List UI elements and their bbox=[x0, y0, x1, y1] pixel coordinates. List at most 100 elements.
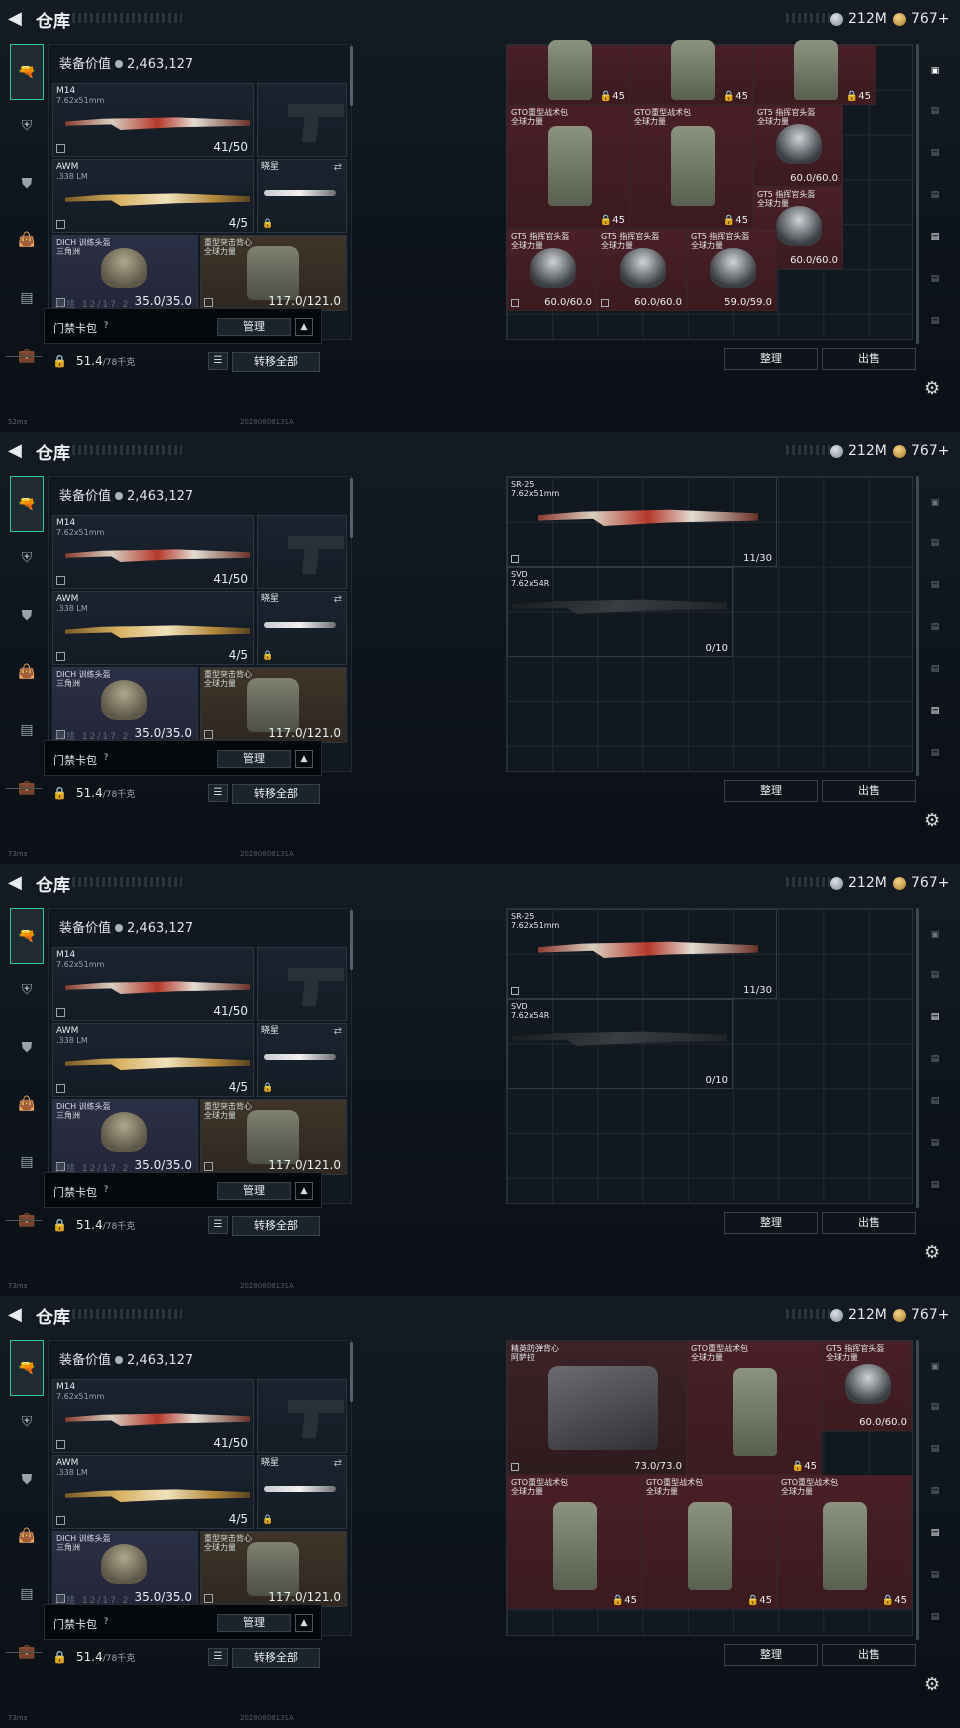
nav-bag-icon[interactable]: 👜 bbox=[10, 220, 44, 260]
primary-weapon-slot[interactable]: M14 7.62x51mm 41/50 bbox=[52, 83, 254, 157]
transfer-all-button[interactable]: 转移全部 bbox=[232, 784, 320, 804]
chevron-up-icon[interactable]: ▲ bbox=[295, 750, 313, 768]
grid-item-backpack[interactable]: GTO重型战术包 全球力量 🔒45 bbox=[507, 105, 630, 229]
stash-page-5-icon[interactable]: ▤ bbox=[922, 1516, 948, 1550]
back-arrow-icon[interactable]: ◀ bbox=[8, 8, 30, 30]
grid-item-helmet[interactable]: GT5 指挥官头盔 全球力量 60.0/60.0 bbox=[822, 1341, 912, 1431]
list-view-icon[interactable]: ☰ bbox=[208, 784, 228, 802]
melee-slot[interactable]: 晓星 ⇄ 🔒 bbox=[257, 591, 347, 665]
nav-case-icon[interactable]: ▤ bbox=[10, 1142, 44, 1182]
secondary-weapon-slot[interactable]: AWM .338 LM 4/5 bbox=[52, 1023, 254, 1097]
loadout-scrollbar[interactable] bbox=[350, 910, 353, 970]
stash-page-1-icon[interactable]: ▣ bbox=[922, 1350, 948, 1384]
help-icon[interactable]: ? bbox=[99, 1183, 113, 1197]
armor-slot[interactable]: 重型突击背心 全球力量 117.0/121.0 bbox=[200, 235, 347, 311]
pistol-slot[interactable] bbox=[257, 83, 347, 157]
primary-weapon-slot[interactable]: M14 7.62x51mm 41/50 bbox=[52, 947, 254, 1021]
nav-vest-icon[interactable]: ⛨ bbox=[10, 538, 44, 578]
manage-button[interactable]: 管理 bbox=[217, 750, 291, 768]
pistol-slot[interactable] bbox=[257, 515, 347, 589]
sell-button[interactable]: 出售 bbox=[822, 348, 916, 370]
swap-icon[interactable]: ⇄ bbox=[334, 594, 342, 605]
manage-button[interactable]: 管理 bbox=[217, 1614, 291, 1632]
help-icon[interactable]: ? bbox=[99, 319, 113, 333]
nav-armor-icon[interactable]: ⛊ bbox=[10, 596, 44, 636]
nav-case-icon[interactable]: ▤ bbox=[10, 278, 44, 318]
currency-gold[interactable]: 767+ bbox=[893, 1305, 949, 1325]
settings-gear-icon[interactable]: ⚙ bbox=[924, 1242, 940, 1263]
grid-item-helmet[interactable]: GT5 指挥官头盔 全球力量 60.0/60.0 bbox=[507, 229, 597, 311]
stash-page-6-icon[interactable]: ▤ bbox=[922, 1126, 948, 1160]
currency-silver[interactable]: 212M bbox=[830, 1305, 887, 1325]
nav-case-icon[interactable]: ▤ bbox=[10, 710, 44, 750]
list-view-icon[interactable]: ☰ bbox=[208, 1648, 228, 1666]
settings-gear-icon[interactable]: ⚙ bbox=[924, 1674, 940, 1695]
nav-weapons-icon[interactable]: 🔫 bbox=[10, 908, 44, 964]
armor-slot[interactable]: 重型突击背心 全球力量 117.0/121.0 bbox=[200, 1099, 347, 1175]
settings-gear-icon[interactable]: ⚙ bbox=[924, 378, 940, 399]
settings-gear-icon[interactable]: ⚙ bbox=[924, 810, 940, 831]
nav-weapons-icon[interactable]: 🔫 bbox=[10, 44, 44, 100]
stash-page-3-icon[interactable]: ▤ bbox=[922, 1432, 948, 1466]
stash-page-5-icon[interactable]: ▤ bbox=[922, 220, 948, 254]
grid-item-backpack[interactable]: GTO重型战术包 全球力量 🔒45 bbox=[777, 1475, 912, 1609]
stash-page-2-icon[interactable]: ▤ bbox=[922, 94, 948, 128]
armor-slot[interactable]: 重型突击背心 全球力量 117.0/121.0 bbox=[200, 667, 347, 743]
secondary-weapon-slot[interactable]: AWM .338 LM 4/5 bbox=[52, 591, 254, 665]
armor-slot[interactable]: 重型突击背心 全球力量 117.0/121.0 bbox=[200, 1531, 347, 1607]
currency-silver[interactable]: 212M bbox=[830, 441, 887, 461]
grid-item-backpack[interactable]: GTO重型战术包 全球力量 🔒45 bbox=[507, 1475, 642, 1609]
stash-page-5-icon[interactable]: ▤ bbox=[922, 652, 948, 686]
stash-page-6-icon[interactable]: ▤ bbox=[922, 694, 948, 728]
transfer-all-button[interactable]: 转移全部 bbox=[232, 1216, 320, 1236]
pistol-slot[interactable] bbox=[257, 947, 347, 1021]
stash-page-1-icon[interactable]: ▣ bbox=[922, 54, 948, 88]
currency-gold[interactable]: 767+ bbox=[893, 873, 949, 893]
stash-scrollbar[interactable] bbox=[916, 476, 919, 776]
back-arrow-icon[interactable]: ◀ bbox=[8, 872, 30, 894]
nav-bag-icon[interactable]: 👜 bbox=[10, 652, 44, 692]
pistol-slot[interactable] bbox=[257, 1379, 347, 1453]
stash-page-7-icon[interactable]: ▤ bbox=[922, 1168, 948, 1202]
stash-page-3-icon[interactable]: ▤ bbox=[922, 136, 948, 170]
help-icon[interactable]: ? bbox=[99, 751, 113, 765]
nav-weapons-icon[interactable]: 🔫 bbox=[10, 1340, 44, 1396]
currency-gold[interactable]: 767+ bbox=[893, 441, 949, 461]
stash-page-3-icon[interactable]: ▤ bbox=[922, 568, 948, 602]
nav-vest-icon[interactable]: ⛨ bbox=[10, 970, 44, 1010]
transfer-all-button[interactable]: 转移全部 bbox=[232, 352, 320, 372]
grid-item-vest[interactable]: 精英防弹背心 阿萨拉 73.0/73.0 bbox=[507, 1341, 687, 1475]
sort-button[interactable]: 整理 bbox=[724, 1212, 818, 1234]
transfer-all-button[interactable]: 转移全部 bbox=[232, 1648, 320, 1668]
stash-page-2-icon[interactable]: ▤ bbox=[922, 958, 948, 992]
melee-slot[interactable]: 晓星 ⇄ 🔒 bbox=[257, 159, 347, 233]
stash-scrollbar[interactable] bbox=[916, 908, 919, 1208]
nav-bag-icon[interactable]: 👜 bbox=[10, 1084, 44, 1124]
secondary-weapon-slot[interactable]: AWM .338 LM 4/5 bbox=[52, 1455, 254, 1529]
grid-item-helmet[interactable]: GT5 指挥官头盔 全球力量 59.0/59.0 bbox=[687, 229, 777, 311]
grid-item-backpack[interactable]: 🔒45 bbox=[630, 40, 753, 105]
list-view-icon[interactable]: ☰ bbox=[208, 1216, 228, 1234]
swap-icon[interactable]: ⇄ bbox=[334, 162, 342, 173]
nav-vest-icon[interactable]: ⛨ bbox=[10, 106, 44, 146]
primary-weapon-slot[interactable]: M14 7.62x51mm 41/50 bbox=[52, 515, 254, 589]
sort-button[interactable]: 整理 bbox=[724, 780, 818, 802]
stash-page-5-icon[interactable]: ▤ bbox=[922, 1084, 948, 1118]
grid-item-rifle[interactable]: SVD 7.62x54R 0/10 bbox=[507, 999, 733, 1089]
nav-armor-icon[interactable]: ⛊ bbox=[10, 1460, 44, 1500]
grid-item-rifle[interactable]: SVD 7.62x54R 0/10 bbox=[507, 567, 733, 657]
primary-weapon-slot[interactable]: M14 7.62x51mm 41/50 bbox=[52, 1379, 254, 1453]
back-arrow-icon[interactable]: ◀ bbox=[8, 440, 30, 462]
currency-silver[interactable]: 212M bbox=[830, 873, 887, 893]
stash-page-3-icon[interactable]: ▤ bbox=[922, 1000, 948, 1034]
stash-page-7-icon[interactable]: ▤ bbox=[922, 1600, 948, 1634]
stash-page-7-icon[interactable]: ▤ bbox=[922, 736, 948, 770]
sell-button[interactable]: 出售 bbox=[822, 780, 916, 802]
melee-slot[interactable]: 晓星 ⇄ 🔒 bbox=[257, 1023, 347, 1097]
stash-scrollbar[interactable] bbox=[916, 1340, 919, 1640]
grid-item-rifle[interactable]: SR-25 7.62x51mm 11/30 bbox=[507, 477, 777, 567]
help-icon[interactable]: ? bbox=[99, 1615, 113, 1629]
swap-icon[interactable]: ⇄ bbox=[334, 1026, 342, 1037]
chevron-up-icon[interactable]: ▲ bbox=[295, 1182, 313, 1200]
stash-page-6-icon[interactable]: ▤ bbox=[922, 1558, 948, 1592]
